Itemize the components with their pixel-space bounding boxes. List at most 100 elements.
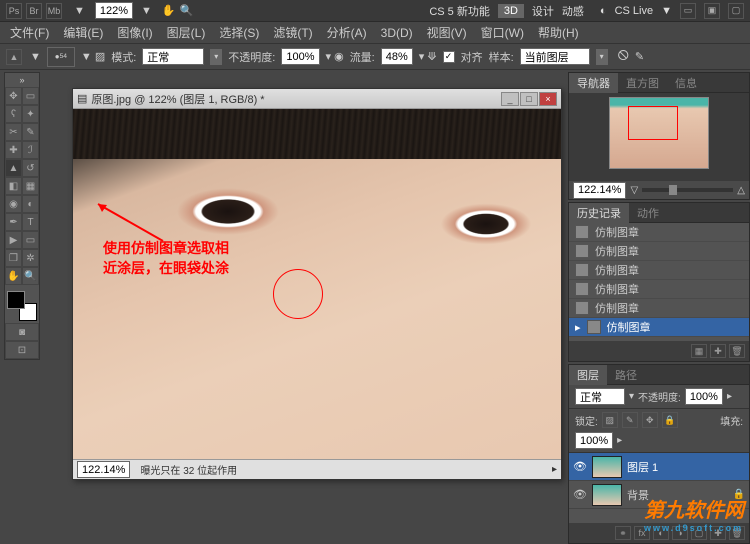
history-item[interactable]: 仿制图章 [569, 280, 749, 299]
lasso-tool[interactable]: ʕ [5, 105, 22, 123]
ps-icon[interactable]: Ps [6, 3, 22, 19]
path-select-tool[interactable]: ▶ [5, 231, 22, 249]
menu-analysis[interactable]: 分析(A) [321, 22, 373, 43]
menu-edit[interactable]: 编辑(E) [57, 22, 109, 43]
lock-all-icon[interactable]: 🔒 [662, 412, 678, 428]
navigator-thumbnail[interactable] [569, 93, 749, 181]
shape-tool[interactable]: ▭ [22, 231, 39, 249]
aligned-checkbox[interactable]: ✓ [443, 51, 455, 63]
delete-button[interactable]: 🗑 [729, 344, 745, 358]
clone-stamp-tool[interactable]: ▲ [5, 159, 22, 177]
delete-layer-button[interactable]: 🗑 [729, 526, 745, 540]
hand-icon[interactable]: ✋ [162, 4, 176, 17]
blur-tool[interactable]: ◉ [5, 195, 22, 213]
layer-row[interactable]: 👁 图层 1 [569, 453, 749, 481]
window-max-icon[interactable]: ▢ [728, 3, 744, 19]
tab-info[interactable]: 信息 [667, 73, 705, 93]
snapshot-button[interactable]: ▦ [691, 344, 707, 358]
lock-position-icon[interactable]: ✥ [642, 412, 658, 428]
dodge-tool[interactable]: ◐ [22, 195, 39, 213]
layer-row[interactable]: 👁 背景 🔒 [569, 481, 749, 509]
hand-tool[interactable]: ✋ [5, 267, 22, 285]
mode-select[interactable]: 正常 [142, 48, 204, 65]
move-tool[interactable]: ✥ [5, 87, 22, 105]
doc-max-button[interactable]: □ [520, 92, 538, 106]
menu-filter[interactable]: 滤镜(T) [267, 22, 318, 43]
doc-min-button[interactable]: _ [501, 92, 519, 106]
cslive-label[interactable]: CS Live [615, 5, 654, 17]
zoom-icon[interactable]: 🔍 [180, 4, 194, 17]
color-swatches[interactable] [5, 289, 39, 323]
visibility-toggle[interactable]: 👁 [573, 488, 587, 502]
adjustment-layer-button[interactable]: ◑ [672, 526, 688, 540]
eraser-tool[interactable]: ◧ [5, 177, 22, 195]
layer-fx-button[interactable]: fx [634, 526, 650, 540]
marquee-tool[interactable]: ▭ [22, 87, 39, 105]
visibility-toggle[interactable]: 👁 [573, 460, 587, 474]
zoom-tool[interactable]: 🔍 [22, 267, 39, 285]
history-item[interactable]: 仿制图章 [569, 223, 749, 242]
opacity-field[interactable]: 100% [281, 48, 319, 65]
navigator-zoom-field[interactable]: 122.14% [573, 182, 626, 199]
menu-select[interactable]: 选择(S) [213, 22, 265, 43]
sample-dropdown-icon[interactable]: ▾ [596, 49, 608, 65]
history-item[interactable]: 仿制图章 [569, 242, 749, 261]
tab-motion[interactable]: 动感 [562, 3, 584, 19]
tablet-icon[interactable]: ✎ [635, 50, 644, 63]
cs-new-features[interactable]: CS 5 新功能 [429, 3, 490, 19]
ignore-adj-icon[interactable]: 🛇 [618, 47, 629, 66]
tab-histogram[interactable]: 直方图 [618, 73, 667, 93]
navigator-view-rect[interactable] [628, 106, 678, 140]
clone-stamp-tool-icon[interactable]: ▲ [6, 49, 22, 65]
layer-opacity-field[interactable]: 100% [685, 388, 723, 405]
zoom-field[interactable]: 122% [95, 2, 133, 19]
menu-image[interactable]: 图像(I) [111, 22, 158, 43]
tab-paths[interactable]: 路径 [607, 365, 645, 385]
eyedropper-tool[interactable]: ✎ [22, 123, 39, 141]
history-item[interactable]: ▸仿制图章 [569, 318, 749, 337]
layer-group-button[interactable]: ▢ [691, 526, 707, 540]
brush-preview[interactable]: ●54 [47, 47, 75, 67]
bridge-icon[interactable]: Br [26, 3, 42, 19]
fill-field[interactable]: 100% [575, 432, 613, 449]
pen-tool[interactable]: ✒ [5, 213, 22, 231]
layer-mask-button[interactable]: ◐ [653, 526, 669, 540]
layer-thumbnail[interactable] [592, 484, 622, 506]
menu-layer[interactable]: 图层(L) [161, 22, 212, 43]
navigator-zoom-slider[interactable] [642, 188, 733, 192]
tab-history[interactable]: 历史记录 [569, 203, 629, 223]
lock-pixels-icon[interactable]: ✎ [622, 412, 638, 428]
history-item[interactable]: 仿制图章 [569, 299, 749, 318]
crop-tool[interactable]: ✂ [5, 123, 22, 141]
history-item[interactable]: 仿制图章 [569, 261, 749, 280]
3d-tool[interactable]: ❐ [5, 249, 22, 267]
menu-view[interactable]: 视图(V) [421, 22, 473, 43]
history-brush-tool[interactable]: ↺ [22, 159, 39, 177]
menu-help[interactable]: 帮助(H) [532, 22, 585, 43]
tab-navigator[interactable]: 导航器 [569, 73, 618, 93]
menu-3d[interactable]: 3D(D) [375, 24, 419, 42]
toolbox-handle[interactable]: » [5, 73, 39, 87]
foreground-color-swatch[interactable] [7, 291, 25, 309]
lock-transparent-icon[interactable]: ▨ [602, 412, 618, 428]
mb-icon[interactable]: Mb [46, 3, 62, 19]
menu-file[interactable]: 文件(F) [4, 22, 55, 43]
link-layers-button[interactable]: ⚭ [615, 526, 631, 540]
healing-tool[interactable]: ✚ [5, 141, 22, 159]
blend-mode-select[interactable]: 正常 [575, 388, 625, 405]
3d-camera-tool[interactable]: ✲ [22, 249, 39, 267]
window-min-icon[interactable]: ▭ [680, 3, 696, 19]
layer-thumbnail[interactable] [592, 456, 622, 478]
screenmode-tool[interactable]: ⊡ [5, 341, 39, 359]
gradient-tool[interactable]: ▦ [22, 177, 39, 195]
new-snapshot-button[interactable]: ✚ [710, 344, 726, 358]
window-frame-icon[interactable]: ▣ [704, 3, 720, 19]
zoom-out-icon[interactable]: ▽ [630, 185, 638, 196]
flow-field[interactable]: 48% [381, 48, 413, 65]
status-zoom[interactable]: 122.14% [77, 461, 130, 478]
sample-select[interactable]: 当前图层 [520, 48, 590, 65]
menu-window[interactable]: 窗口(W) [475, 22, 530, 43]
layer-name[interactable]: 图层 1 [627, 459, 658, 475]
document-titlebar[interactable]: ▤ 原图.jpg @ 122% (图层 1, RGB/8) * _ □ × [73, 89, 561, 109]
tab-3d[interactable]: 3D [498, 4, 524, 18]
